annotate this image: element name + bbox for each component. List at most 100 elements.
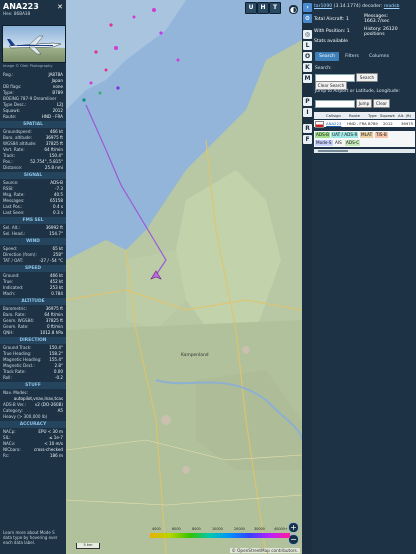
stuff-section-header[interactable]: STUFF	[0, 382, 66, 389]
direction-row: Roll: -0.2	[2, 375, 64, 381]
wind-value: -27 / -54 °C	[39, 258, 63, 263]
map-button-t[interactable]: T	[269, 2, 281, 14]
center-icon[interactable]: ◎	[303, 30, 312, 39]
wind-section-header[interactable]: WIND	[0, 238, 66, 245]
fms-label: Sel. Head.:	[3, 231, 26, 236]
table-scrollbar[interactable]	[314, 149, 415, 153]
scrollbar-thumb[interactable]	[318, 150, 348, 152]
legend-mlat: MLAT	[360, 132, 374, 138]
side-btn-k[interactable]: K	[303, 63, 312, 72]
table-row[interactable]: ANA223 HND - FRA B789 2012 36975	[314, 120, 415, 128]
messages-rate: Messages: 1663.7/sec	[364, 14, 390, 24]
side-btn-o[interactable]: O	[303, 52, 312, 61]
altitude-row: QNH: 1012.8 hPa	[2, 330, 64, 336]
wind-row: TAT / OAT: -27 / -54 °C	[2, 258, 64, 264]
col-squawk[interactable]: Squawk	[380, 112, 395, 119]
map-attribution[interactable]: © OpenStreetMap contributors.	[229, 548, 300, 553]
fms-section-header[interactable]: FMS SEL	[0, 217, 66, 224]
search-button[interactable]: Search	[356, 73, 378, 82]
spatial-section-header[interactable]: SPATIAL	[0, 121, 66, 128]
town-label: Kampenland	[181, 353, 209, 358]
row-callsign[interactable]: ANA223	[326, 120, 341, 127]
fms-value: 154.7°	[49, 231, 63, 236]
legend-uat: UAT / ADS-R	[331, 132, 359, 138]
search-label: Search:	[315, 66, 332, 71]
jump-label: Jump to Airport or Latitude, Longitude:	[315, 89, 400, 94]
speed-row: Mach: 0.784	[2, 291, 64, 297]
map-scale: 5 km	[76, 543, 100, 549]
legend-adsc: ADS-C	[345, 140, 361, 146]
col-type[interactable]: Type	[368, 112, 377, 119]
photo-caption: Image © Oleh Photography	[3, 64, 53, 68]
signal-value: 0.3 s	[53, 210, 63, 215]
side-btn-f[interactable]: F	[303, 135, 312, 144]
flag-icon	[315, 121, 324, 128]
sidebar-tabs: Search Filters Columns	[314, 52, 414, 61]
speed-section-header[interactable]: SPEED	[0, 265, 66, 272]
row-altitude: 36975	[401, 121, 414, 126]
legend-adsb: ADS-B	[315, 132, 330, 138]
side-btn-l[interactable]: L	[303, 41, 312, 50]
stuff-row: Heavy (> 300,000 lb)	[2, 414, 64, 420]
total-aircraft: Total Aircraft: 1	[314, 17, 349, 22]
tab-columns[interactable]: Columns	[366, 52, 392, 61]
spatial-label: Distance:	[3, 165, 23, 170]
version-link[interactable]: tar1090	[314, 4, 332, 9]
map-button-h[interactable]: H	[257, 2, 269, 14]
map-side-toolbar: › ⚙ ◎ L O K M P I R F	[302, 0, 312, 554]
detail-label: Route:	[3, 114, 17, 119]
aircraft-hex: Hex: 86BA38	[3, 11, 31, 16]
jump-button[interactable]: Jump	[356, 99, 372, 108]
speed-value: 0.784	[51, 291, 63, 296]
fms-row: Sel. Head.: 154.7°	[2, 231, 64, 237]
map-button-u[interactable]: U	[245, 2, 257, 14]
accuracy-value: 186 m	[49, 453, 63, 458]
detail-row: Route: HND - FRA	[2, 114, 64, 120]
row-type: B789	[368, 121, 378, 126]
side-btn-i[interactable]: I	[303, 108, 312, 117]
aircraft-photo[interactable]	[2, 25, 66, 63]
row-route: HND - FRA	[347, 121, 367, 126]
side-btn-r[interactable]: R	[303, 124, 312, 133]
signal-row: Last Seen: 0.3 s	[2, 210, 64, 216]
detail-value: HND - FRA	[41, 114, 63, 119]
settings-gear-icon[interactable]: ⚙	[303, 14, 312, 23]
layer-icon[interactable]: ◐	[288, 4, 299, 15]
col-callsign[interactable]: Callsign	[326, 112, 341, 119]
spatial-value: 25.8 nmi	[44, 165, 63, 170]
decoder-link[interactable]: readsb	[384, 4, 400, 9]
aircraft-list-panel: tar1090 (3.14.1774) decoder: readsb Tota…	[312, 0, 416, 554]
direction-label: Roll:	[3, 375, 12, 380]
map-view[interactable]: U H T ◐ + − 5 km 4000 6000 8000 10000 20…	[66, 0, 302, 554]
aircraft-info-panel: ANA223 Hex: 86BA38 ✕ Image © Oleh Photog…	[0, 0, 66, 554]
col-route[interactable]: Route	[349, 112, 360, 119]
altitude-legend-labels: 4000 6000 8000 10000 20000 30000 40000+	[152, 527, 288, 531]
altitude-section-header[interactable]: ALTITUDE	[0, 298, 66, 305]
signal-label: Last Seen:	[3, 210, 25, 215]
legend-tisb: TIS-B	[375, 132, 388, 138]
altitude-label: QNH:	[3, 330, 14, 335]
altitude-legend	[150, 533, 290, 538]
version-line: tar1090 (3.14.1774) decoder: readsb	[314, 4, 400, 9]
source-legend: ADS-B UAT / ADS-R MLAT TIS-B Mode-S AIS …	[314, 131, 415, 147]
aircraft-callsign: ANA223	[3, 2, 39, 11]
aircraft-table-header: Callsign Route Type Squawk Alt. (ft)	[314, 112, 415, 119]
stats-available[interactable]: Stats available	[314, 39, 348, 44]
col-altitude[interactable]: Alt. (ft)	[398, 112, 411, 119]
direction-value: -0.2	[55, 375, 63, 380]
jump-input[interactable]	[315, 100, 355, 108]
close-icon[interactable]: ✕	[56, 3, 64, 11]
map-canvas	[66, 0, 302, 554]
tab-search[interactable]: Search	[315, 52, 339, 61]
side-btn-m[interactable]: M	[303, 74, 312, 83]
clear-button[interactable]: Clear	[373, 99, 390, 108]
legend-modes: Mode-S	[315, 140, 333, 146]
signal-section-header[interactable]: SIGNAL	[0, 172, 66, 179]
speed-label: Mach:	[3, 291, 16, 296]
side-btn-p[interactable]: P	[303, 97, 312, 106]
direction-section-header[interactable]: DIRECTION	[0, 337, 66, 344]
stuff-label: Heavy (> 300,000 lb)	[3, 414, 48, 419]
tab-filters[interactable]: Filters	[341, 52, 363, 61]
collapse-arrow-icon[interactable]: ›	[303, 3, 312, 12]
accuracy-section-header[interactable]: ACCURACY	[0, 421, 66, 428]
